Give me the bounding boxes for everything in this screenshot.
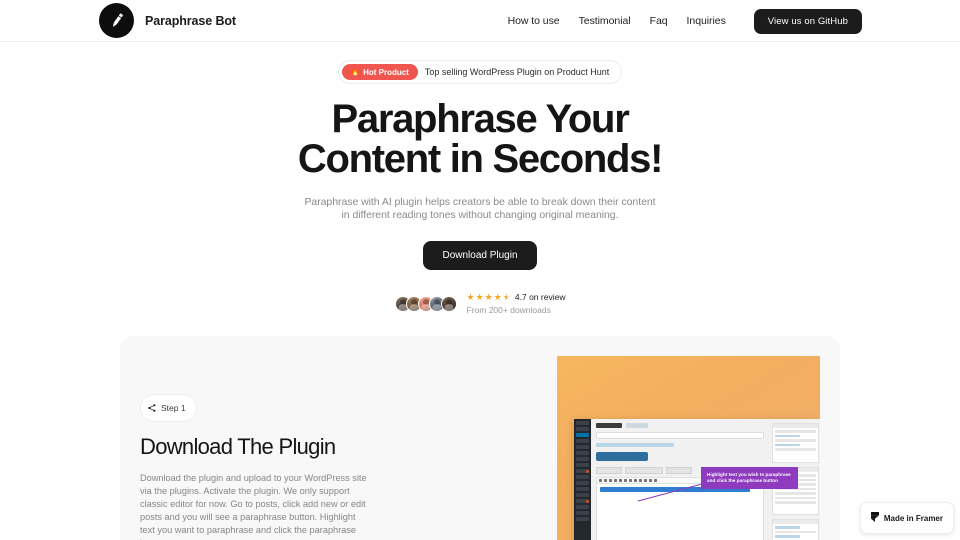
hot-product-badge-text: Top selling WordPress Plugin on Product …: [424, 67, 610, 77]
hero-subtitle: Paraphrase with AI plugin helps creators…: [0, 196, 960, 222]
nav-item-faq[interactable]: Faq: [650, 15, 668, 27]
star-rating: ★ ★ ★ ★ ★: [466, 291, 511, 302]
downloads-text: From 200+ downloads: [466, 305, 551, 315]
star-icon: ★: [493, 291, 502, 302]
share-nodes-icon: [148, 399, 156, 417]
nav-item-how-to-use[interactable]: How to use: [508, 15, 560, 27]
main-nav: How to use Testimonial Faq Inquiries Vie…: [508, 0, 862, 42]
download-plugin-button[interactable]: Download Plugin: [423, 241, 537, 270]
nav-item-inquiries[interactable]: Inquiries: [687, 15, 726, 27]
nav-item-testimonial[interactable]: Testimonial: [579, 15, 631, 27]
callout-arrow-icon: [637, 483, 703, 502]
made-in-framer-label: Made in Framer: [883, 513, 943, 523]
brand[interactable]: Paraphrase Bot: [99, 3, 236, 38]
headline-line-1: Paraphrase Your: [331, 97, 630, 141]
made-in-framer-badge[interactable]: Made in Framer: [859, 502, 954, 534]
brand-name: Paraphrase Bot: [145, 13, 236, 28]
landing-page: Paraphrase Bot How to use Testimonial Fa…: [0, 0, 960, 540]
rating-row: ★ ★ ★ ★ ★ 4.7 on review: [467, 292, 566, 302]
hot-product-badge-wrap: 🔥 Hot Product Top selling WordPress Plug…: [0, 60, 960, 84]
feature-card-title: Download The Plugin: [140, 434, 336, 459]
rating-block: ★ ★ ★ ★ ★ 4.7 on review From 200+ downlo…: [467, 292, 566, 315]
subtitle-line-2: in different reading tones without chang…: [341, 209, 619, 221]
cta-wrap: Download Plugin: [0, 241, 960, 270]
rating-text: 4.7 on review: [514, 292, 566, 302]
subtitle-line-1: Paraphrase with AI plugin helps creators…: [304, 196, 656, 208]
headline-line-2: Content in Seconds!: [297, 137, 663, 181]
feature-card-image-panel: Highlight text you wish to paraphrase an…: [557, 356, 820, 540]
wp-admin-sidebar: [574, 419, 591, 540]
pen-logo-icon: [99, 3, 134, 38]
star-icon: ★: [484, 291, 493, 302]
feature-card-body: Download the plugin and upload to your W…: [140, 473, 367, 540]
flame-icon: 🔥: [350, 67, 361, 77]
step-label: Step 1: [161, 403, 186, 413]
social-proof: ★ ★ ★ ★ ★ 4.7 on review From 200+ downlo…: [0, 292, 960, 315]
star-half-icon: ★: [502, 291, 511, 302]
star-icon: ★: [475, 291, 484, 302]
paraphrase-callout: Highlight text you wish to paraphrase an…: [701, 467, 798, 490]
hot-product-badge[interactable]: 🔥 Hot Product Top selling WordPress Plug…: [337, 60, 623, 84]
hot-product-pill-label: Hot Product: [363, 67, 409, 77]
step-badge: Step 1: [140, 394, 197, 422]
framer-logo-icon: [870, 509, 879, 527]
hero-section: 🔥 Hot Product Top selling WordPress Plug…: [0, 42, 960, 315]
star-icon: ★: [466, 291, 475, 302]
view-on-github-button[interactable]: View us on GitHub: [753, 8, 862, 34]
wordpress-editor-screenshot: Highlight text you wish to paraphrase an…: [574, 419, 820, 540]
feature-card-step-1: Step 1 Download The Plugin Download the …: [120, 336, 840, 540]
page-title: Paraphrase Your Content in Seconds!: [0, 99, 960, 179]
hot-product-pill: 🔥 Hot Product: [341, 64, 418, 80]
site-header: Paraphrase Bot How to use Testimonial Fa…: [0, 0, 960, 42]
avatar: [440, 295, 457, 312]
avatar-group: [394, 295, 457, 312]
feature-card-text: Step 1 Download The Plugin Download the …: [140, 394, 398, 540]
